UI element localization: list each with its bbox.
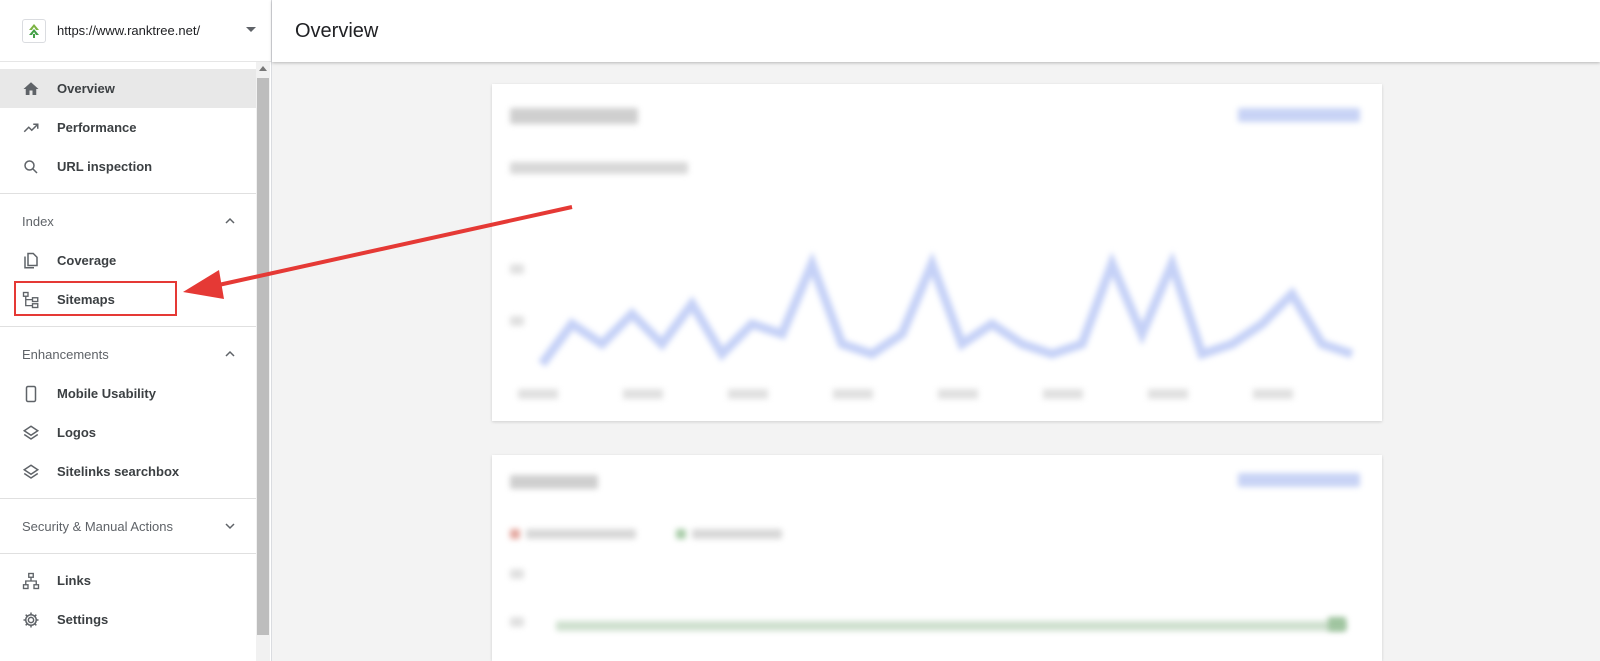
- annotation-arrow: [183, 205, 573, 299]
